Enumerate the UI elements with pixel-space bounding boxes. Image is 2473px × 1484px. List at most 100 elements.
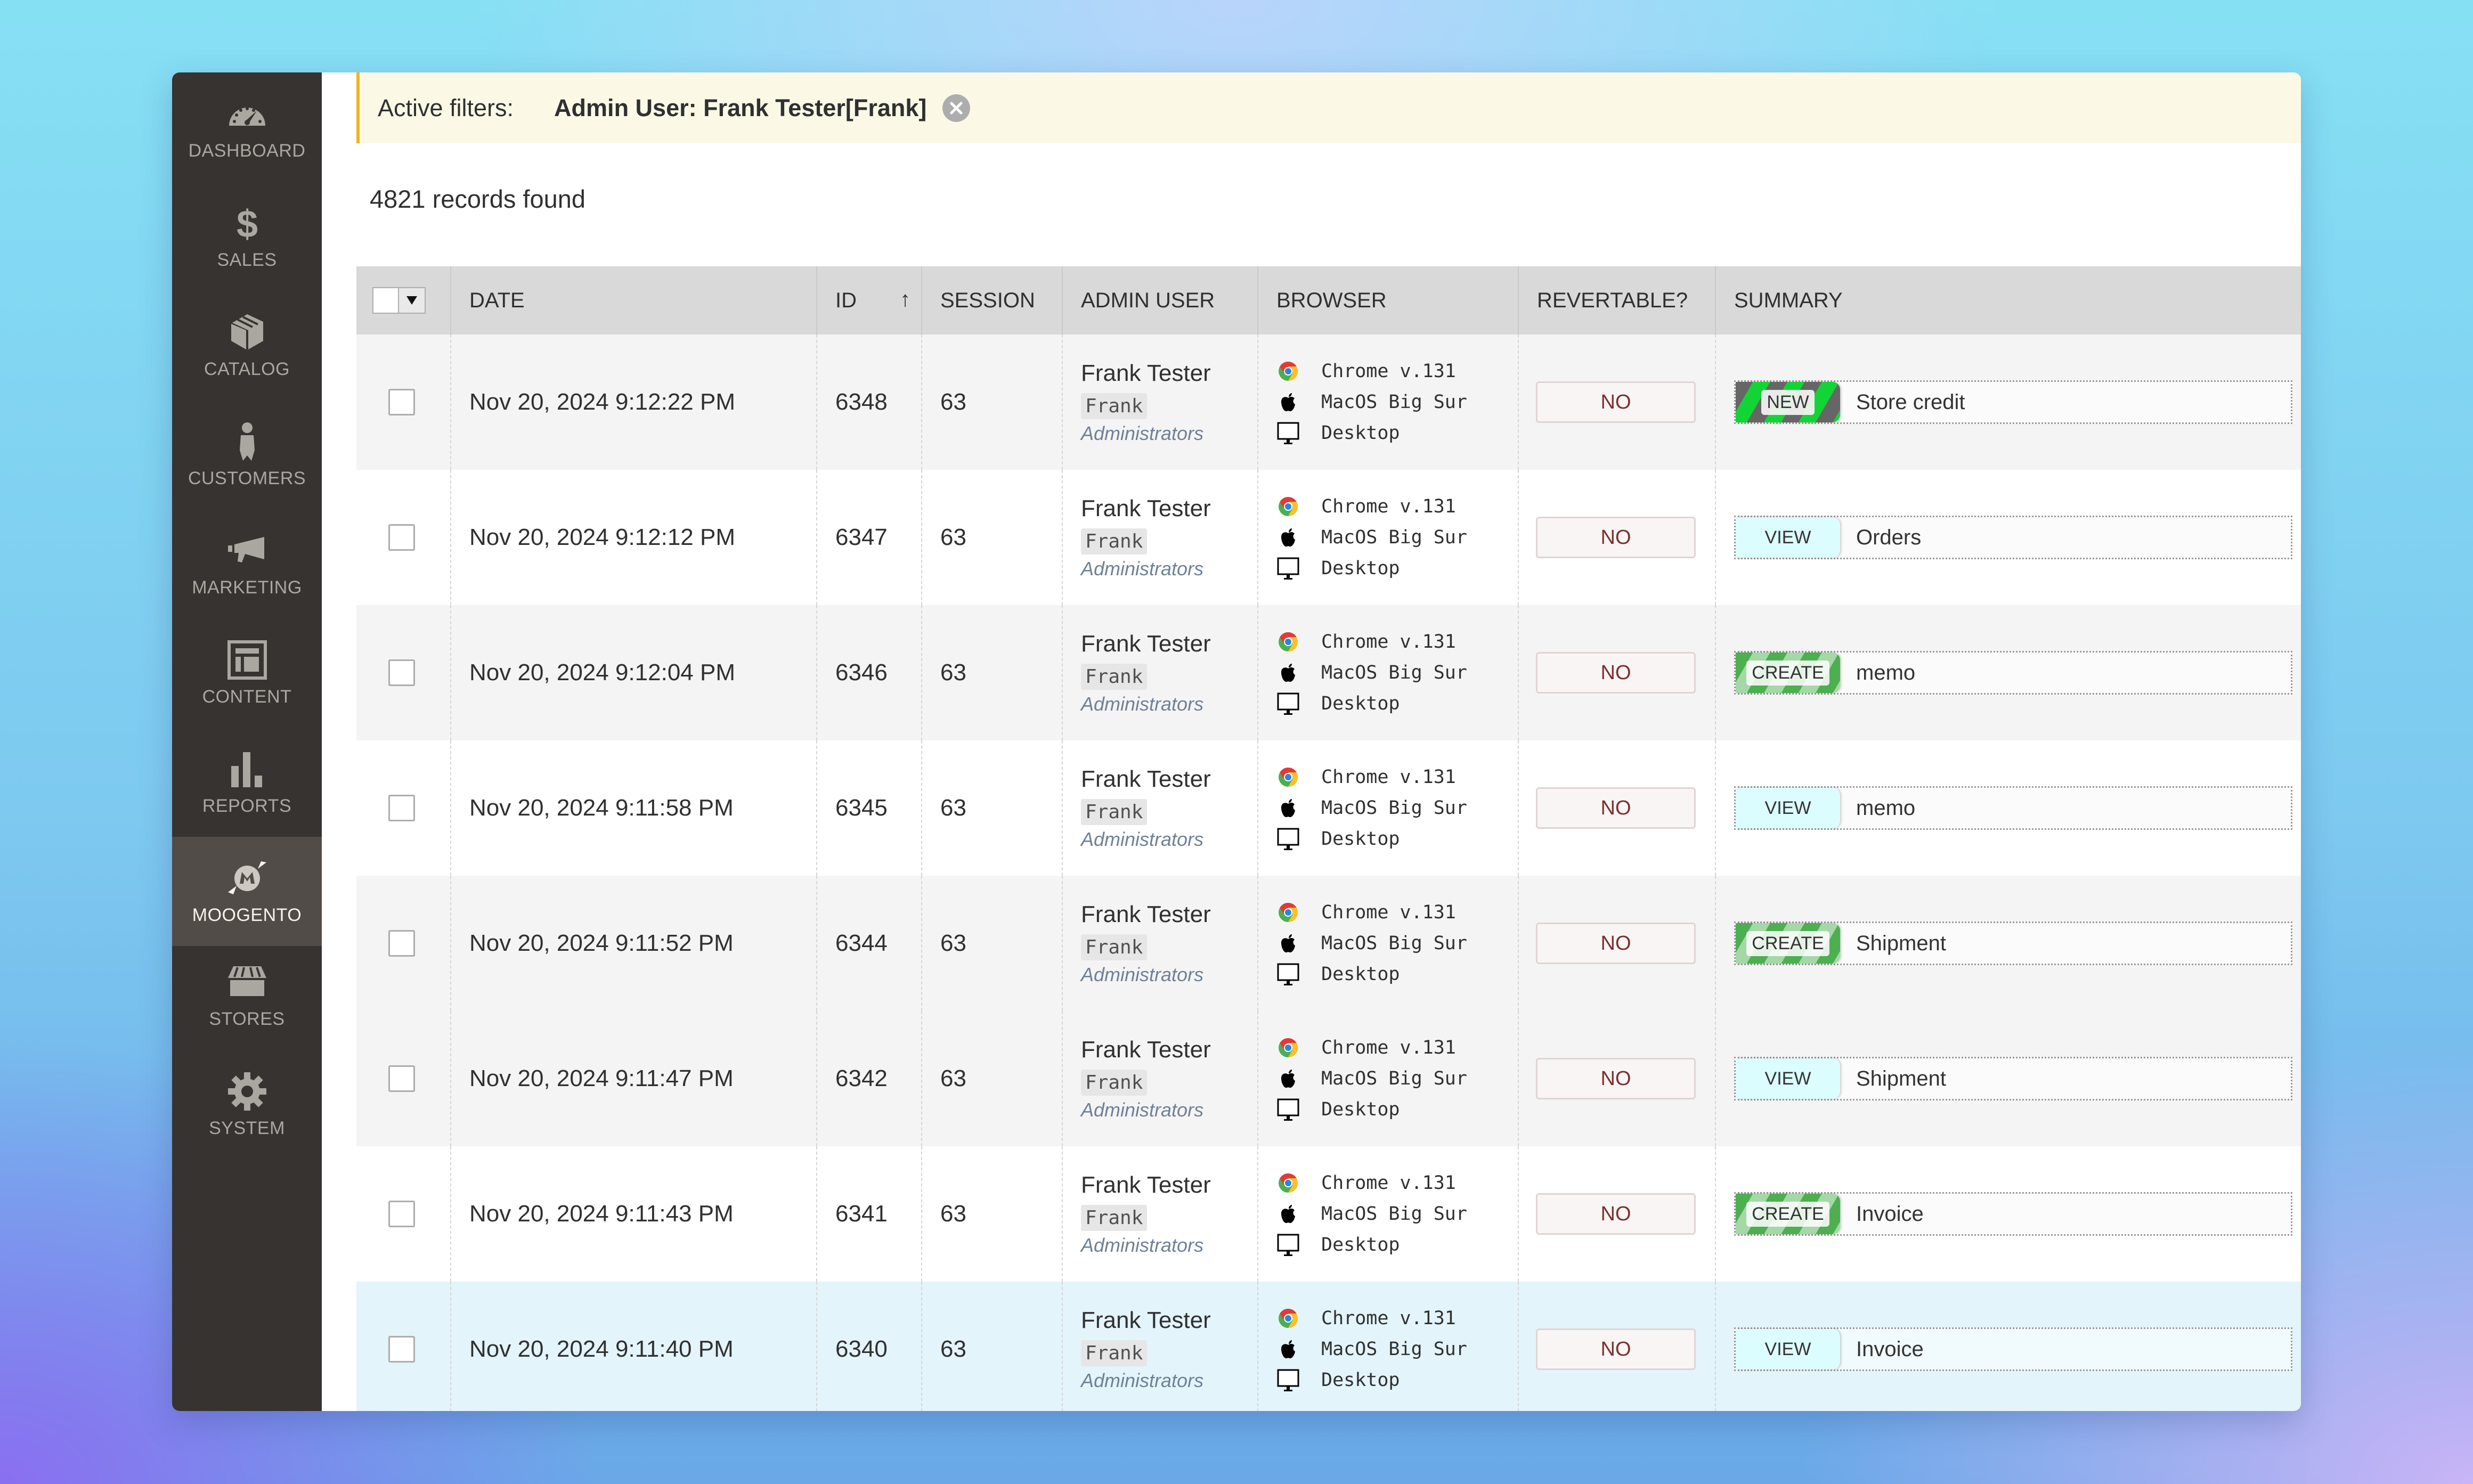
summary-box[interactable]: CREATE Invoice xyxy=(1734,1192,2292,1236)
remove-filter-button[interactable] xyxy=(942,94,971,122)
bar-chart-icon xyxy=(223,748,271,790)
sidebar-item-stores[interactable]: Stores xyxy=(172,941,322,1050)
summary-box[interactable]: VIEW Shipment xyxy=(1734,1057,2292,1100)
revertable-cell: NO xyxy=(1519,335,1716,470)
table-row[interactable]: Nov 20, 2024 9:11:58 PM 6345 63 Frank Te… xyxy=(356,740,2301,876)
revertable-button[interactable]: NO xyxy=(1536,1058,1696,1099)
summary-box[interactable]: VIEW memo xyxy=(1734,786,2292,830)
table-row[interactable]: Nov 20, 2024 9:11:52 PM 6344 63 Frank Te… xyxy=(356,876,2301,1011)
revertable-button[interactable]: NO xyxy=(1536,517,1696,558)
device-type: Desktop xyxy=(1321,1234,1400,1255)
column-header-session[interactable]: SESSION xyxy=(922,266,1063,335)
row-checkbox[interactable] xyxy=(388,1201,415,1227)
session-cell[interactable]: 63 xyxy=(922,470,1063,605)
revertable-button[interactable]: NO xyxy=(1536,923,1696,964)
select-all-checkbox[interactable] xyxy=(373,288,399,313)
table-row[interactable]: Nov 20, 2024 9:12:04 PM 6346 63 Frank Te… xyxy=(356,605,2301,740)
sidebar-item-marketing[interactable]: Marketing xyxy=(172,509,322,618)
summary-box[interactable]: VIEW Orders xyxy=(1734,516,2292,559)
summary-cell: VIEW Orders xyxy=(1716,470,2301,605)
action-label: VIEW xyxy=(1764,1068,1811,1089)
column-header-summary[interactable]: SUMMARY xyxy=(1716,266,2301,335)
column-header-browser[interactable]: BROWSER xyxy=(1258,266,1519,335)
grid-header: DATE ID ↑ SESSION ADMIN USER BROWSER REVE… xyxy=(356,266,2301,335)
revertable-button[interactable]: NO xyxy=(1536,652,1696,694)
date-cell: Nov 20, 2024 9:11:43 PM xyxy=(451,1146,817,1282)
revertable-button[interactable]: NO xyxy=(1536,1193,1696,1235)
session-cell[interactable]: 63 xyxy=(922,876,1063,1011)
summary-text: Shipment xyxy=(1856,1066,1946,1090)
session-cell[interactable]: 63 xyxy=(922,605,1063,740)
desktop-icon xyxy=(1276,1233,1300,1257)
summary-box[interactable]: NEW Store credit xyxy=(1734,380,2292,424)
table-row[interactable]: Nov 20, 2024 9:12:22 PM 6348 63 Frank Te… xyxy=(356,335,2301,470)
summary-box[interactable]: CREATE Shipment xyxy=(1734,922,2292,965)
row-checkbox[interactable] xyxy=(388,389,415,415)
revertable-button[interactable]: NO xyxy=(1536,787,1696,829)
row-checkbox[interactable] xyxy=(388,795,415,821)
sidebar-item-dashboard[interactable]: Dashboard xyxy=(172,72,322,182)
sidebar-item-label: Reports xyxy=(202,796,292,816)
sidebar-item-label: Dashboard xyxy=(188,141,306,161)
row-checkbox[interactable] xyxy=(388,659,415,686)
active-filters-bar: Active filters: Admin User: Frank Tester… xyxy=(356,72,2301,143)
sidebar-item-system[interactable]: System xyxy=(172,1050,322,1159)
summary-box[interactable]: CREATE memo xyxy=(1734,651,2292,695)
sidebar-item-customers[interactable]: Customers xyxy=(172,400,322,509)
row-checkbox[interactable] xyxy=(388,1065,415,1092)
summary-text: Shipment xyxy=(1856,931,1946,955)
column-header-id[interactable]: ID ↑ xyxy=(817,266,922,335)
os-name: MacOS Big Sur xyxy=(1321,527,1467,548)
action-tag: VIEW xyxy=(1736,517,1840,558)
admin-username-badge: Frank xyxy=(1081,798,1148,825)
moogento-logo-icon xyxy=(223,857,271,900)
sidebar-item-label: Customers xyxy=(188,468,306,488)
admin-role: Administrators xyxy=(1081,422,1204,444)
row-checkbox[interactable] xyxy=(388,930,415,957)
row-checkbox[interactable] xyxy=(388,1336,415,1363)
apple-icon xyxy=(1276,526,1300,549)
summary-cell: NEW Store credit xyxy=(1716,335,2301,470)
sidebar-item-catalog[interactable]: Catalog xyxy=(172,291,322,400)
mass-select-dropdown[interactable] xyxy=(372,287,426,314)
admin-user-cell: Frank Tester Frank Administrators xyxy=(1063,740,1258,876)
sidebar-item-content[interactable]: Content xyxy=(172,618,322,728)
id-cell: 6348 xyxy=(817,335,922,470)
session-cell[interactable]: 63 xyxy=(922,335,1063,470)
session-cell[interactable]: 63 xyxy=(922,1011,1063,1146)
browser-cell: Chrome v.131 MacOS Big Sur Desktop xyxy=(1258,605,1519,740)
session-cell[interactable]: 63 xyxy=(922,1282,1063,1411)
table-row[interactable]: Nov 20, 2024 9:12:12 PM 6347 63 Frank Te… xyxy=(356,470,2301,605)
action-label: CREATE xyxy=(1746,1201,1829,1227)
table-row[interactable]: Nov 20, 2024 9:11:40 PM 6340 63 Frank Te… xyxy=(356,1282,2301,1411)
device-type: Desktop xyxy=(1321,1099,1400,1120)
revertable-button[interactable]: NO xyxy=(1536,381,1696,423)
admin-name: Frank Tester xyxy=(1081,495,1211,521)
id-cell: 6341 xyxy=(817,1146,922,1282)
device-type: Desktop xyxy=(1321,422,1400,444)
table-row[interactable]: Nov 20, 2024 9:11:47 PM 6342 63 Frank Te… xyxy=(356,1011,2301,1146)
apple-icon xyxy=(1276,1067,1300,1090)
session-cell[interactable]: 63 xyxy=(922,1146,1063,1282)
row-checkbox[interactable] xyxy=(388,524,415,551)
row-select-cell xyxy=(356,1011,451,1146)
chrome-icon xyxy=(1276,1036,1300,1059)
os-name: MacOS Big Sur xyxy=(1321,1339,1467,1360)
layout-icon xyxy=(223,639,271,681)
column-header-date[interactable]: DATE xyxy=(451,266,817,335)
admin-name: Frank Tester xyxy=(1081,1307,1211,1333)
column-header-revertable[interactable]: REVERTABLE? xyxy=(1519,266,1716,335)
sidebar-item-moogento[interactable]: Moogento xyxy=(172,837,322,946)
sidebar-item-reports[interactable]: Reports xyxy=(172,728,322,837)
column-header-admin-user[interactable]: ADMIN USER xyxy=(1063,266,1258,335)
summary-box[interactable]: VIEW Invoice xyxy=(1734,1327,2292,1371)
admin-role: Administrators xyxy=(1081,963,1204,985)
admin-name: Frank Tester xyxy=(1081,630,1211,657)
sidebar-item-sales[interactable]: $ Sales xyxy=(172,182,322,291)
action-label: CREATE xyxy=(1746,931,1829,956)
session-cell[interactable]: 63 xyxy=(922,740,1063,876)
admin-role: Administrators xyxy=(1081,1234,1204,1256)
revertable-button[interactable]: NO xyxy=(1536,1328,1696,1370)
table-row[interactable]: Nov 20, 2024 9:11:43 PM 6341 63 Frank Te… xyxy=(356,1146,2301,1282)
device-type: Desktop xyxy=(1321,693,1400,714)
